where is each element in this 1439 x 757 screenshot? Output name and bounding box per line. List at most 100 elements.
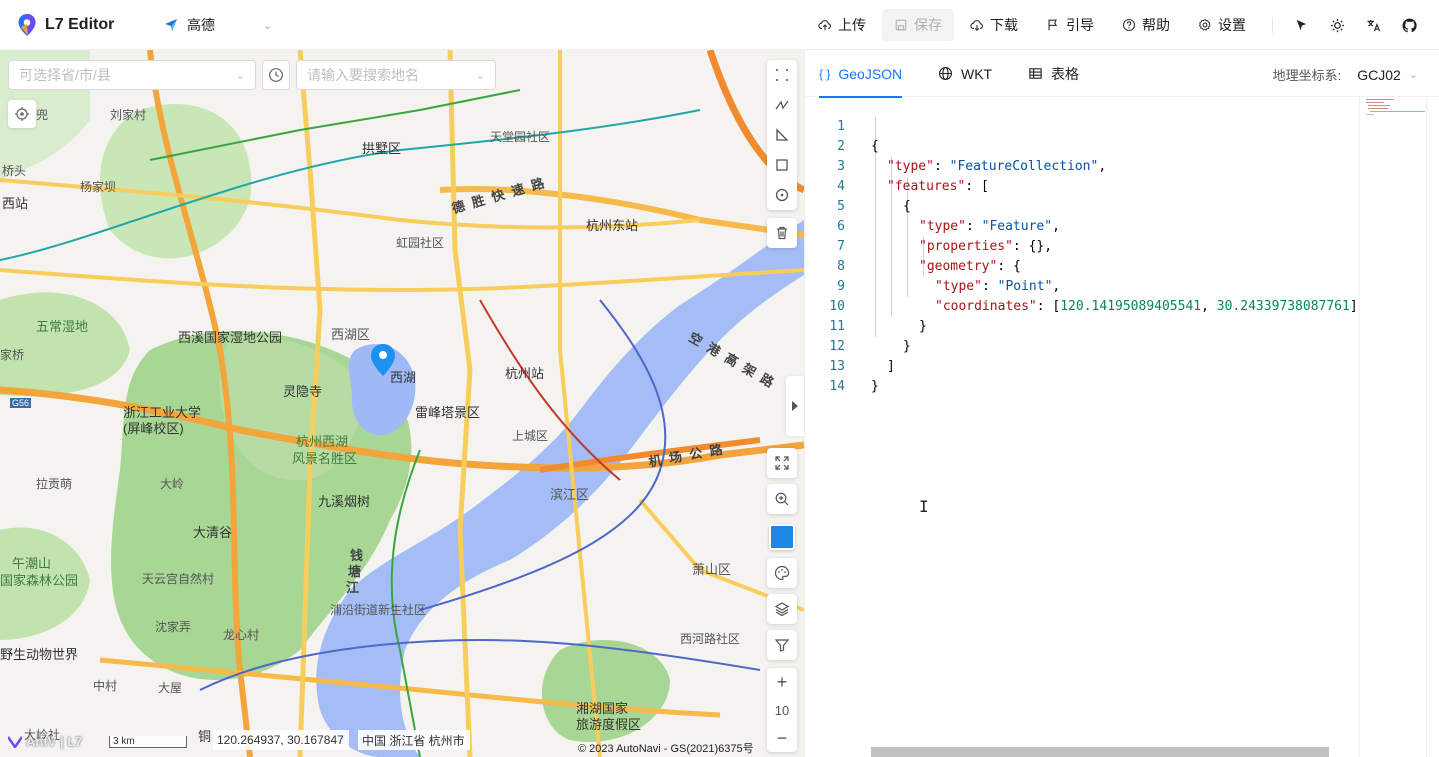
github-button[interactable] [1391, 9, 1427, 41]
map-label: 国家森林公园 [0, 573, 79, 588]
draw-polygon-button[interactable] [767, 120, 797, 150]
upload-button[interactable]: 上传 [806, 9, 878, 41]
editor-vertical-scrollbar[interactable] [1426, 97, 1439, 757]
json-key: "geometry" [919, 259, 998, 274]
download-button[interactable]: 下载 [958, 9, 1030, 41]
scale-bar: 3 km [109, 736, 187, 748]
json-key: "features" [887, 179, 966, 194]
data-panel: { } GeoJSON WKT 表格 地理坐标系: GCJ02 ⌄ 1 {2 … [804, 50, 1439, 757]
map-label: 杭州站 [505, 366, 545, 381]
minimap-preview [1366, 99, 1425, 115]
map-label: 萧山区 [692, 562, 732, 577]
map-label: 沈家弄 [155, 620, 192, 634]
cursor-coordinates: 120.264937, 30.167847 [213, 730, 349, 750]
tab-table[interactable]: 表格 [1028, 50, 1079, 97]
json-key: "coordinates" [935, 299, 1037, 314]
map-label: 浦沿街道新生社区 [330, 603, 427, 617]
json-string: "FeatureCollection" [949, 159, 1099, 174]
antv-logo-icon [8, 735, 22, 748]
collapse-panel-button[interactable] [786, 376, 804, 436]
chevron-down-icon: ⌄ [263, 19, 273, 32]
question-circle-icon [1122, 18, 1136, 32]
save-button[interactable]: 保存 [882, 9, 954, 41]
app-logo[interactable]: L7 Editor [17, 13, 114, 37]
zoom-control: + 10 − [767, 668, 797, 752]
draw-rect-button[interactable] [767, 150, 797, 180]
fullscreen-button[interactable] [767, 448, 797, 478]
upload-label: 上传 [838, 17, 866, 33]
language-button[interactable] [1355, 9, 1391, 41]
zoom-in-button[interactable]: + [777, 672, 788, 692]
chevron-down-icon: ⌄ [1408, 69, 1418, 81]
map-label: 灵隐寺 [283, 384, 323, 399]
tab-label: 表格 [1051, 65, 1079, 82]
feature-color-picker[interactable] [769, 524, 795, 550]
map-label: 西河路社区 [680, 632, 741, 646]
draw-circle-button[interactable] [767, 180, 797, 210]
editor-horizontal-scrollbar[interactable] [871, 747, 1329, 757]
draw-point-button[interactable] [767, 60, 797, 90]
polygon-icon [776, 128, 789, 141]
code-line: 9 "coordinates": [120.14195089405541, 30… [805, 257, 1358, 314]
coord-system-select[interactable]: GCJ02 ⌄ [1357, 67, 1418, 83]
highway-shield: G56 [10, 398, 32, 408]
map-label: 大屋 [158, 681, 183, 695]
tab-wkt[interactable]: WKT [938, 50, 992, 97]
chevron-down-icon: ⌄ [475, 69, 485, 82]
layers-button[interactable] [767, 594, 797, 624]
json-punct: [ [980, 179, 989, 194]
code-text: { [903, 199, 911, 214]
place-search-input[interactable]: 请输入要搜索地名 ⌄ [296, 60, 496, 90]
guide-button[interactable]: 引导 [1034, 9, 1106, 41]
json-key: "type" [935, 279, 982, 294]
toolbar-divider [1272, 17, 1273, 33]
map-base-layer [0, 50, 804, 757]
flag-icon [1048, 19, 1057, 31]
save-label: 保存 [914, 17, 942, 33]
locate-button[interactable] [8, 100, 36, 128]
antv-brand: AntV | L7 [8, 734, 82, 749]
cloud-download-icon [970, 20, 983, 32]
settings-button[interactable]: 设置 [1186, 9, 1258, 41]
draw-line-button[interactable] [767, 90, 797, 120]
zoom-out-button[interactable]: − [777, 728, 788, 748]
zoom-to-feature-button[interactable] [767, 484, 797, 514]
code-text: } [871, 379, 879, 394]
code-line: 6 "properties": {}, [805, 197, 1052, 254]
github-icon [1401, 18, 1417, 32]
map-label: 上城区 [512, 429, 549, 443]
globe-icon [939, 67, 952, 80]
tab-label: GeoJSON [838, 65, 903, 82]
app-title: L7 Editor [45, 16, 115, 33]
region-select[interactable]: 可选择省/市/县 ⌄ [8, 60, 256, 90]
map-theme-button[interactable] [767, 558, 797, 588]
history-button[interactable] [262, 60, 290, 90]
translate-icon [1366, 19, 1380, 31]
table-icon [1029, 68, 1042, 79]
help-button[interactable]: 帮助 [1110, 9, 1182, 41]
clock-icon [269, 68, 283, 82]
geojson-editor[interactable]: 1 { 2 "type": "FeatureCollection", 3 "fe… [805, 97, 1439, 757]
delete-feature-button[interactable] [767, 218, 797, 248]
code-text: } [919, 319, 927, 334]
expand-icon [775, 456, 789, 470]
map-provider-select[interactable]: 高德 ⌄ [163, 15, 272, 35]
rectangle-icon [776, 159, 788, 171]
feedback-button[interactable] [1283, 9, 1319, 41]
code-line: 12 ] [805, 317, 894, 374]
map-label: 西湖区 [331, 327, 371, 342]
map-label: 大岭 [160, 477, 185, 491]
tab-geojson[interactable]: { } GeoJSON [819, 50, 903, 98]
region-select-placeholder: 可选择省/市/县 [19, 67, 111, 83]
location-display: 中国 浙江省 杭州市 [358, 730, 470, 750]
map-label: 五常湿地 [36, 319, 89, 334]
braces-icon: { } [819, 66, 831, 81]
map-canvas[interactable]: 兜 刘家村 拱墅区 天堂园社区 桥头 杨家坝 西站 德 胜 快 速 路 杭州东站… [0, 50, 804, 757]
filter-button[interactable] [767, 630, 797, 660]
theme-toggle-button[interactable] [1319, 9, 1355, 41]
map-label: 江 [346, 580, 360, 595]
editor-minimap[interactable] [1359, 97, 1426, 757]
map-label: 旅游度假区 [576, 717, 642, 732]
map-label: 兜 [36, 108, 49, 122]
json-key: "type" [919, 219, 966, 234]
